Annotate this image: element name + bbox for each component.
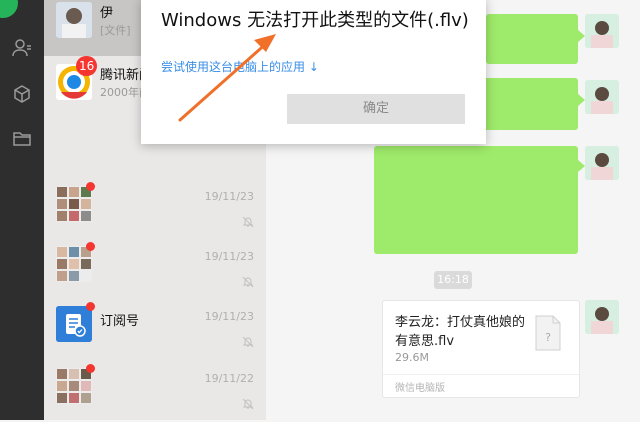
mute-icon — [242, 398, 254, 410]
left-rail — [0, 0, 44, 420]
avatar — [585, 146, 619, 180]
conversation-time: 19/11/23 — [204, 250, 254, 263]
group-avatar — [56, 186, 92, 222]
file-message-card[interactable]: 李云龙：打仗真他娘的有意思.flv 29.6M ? 微信电脑版 — [382, 300, 580, 398]
list-item[interactable]: 19/11/23 — [44, 178, 266, 240]
wechat-logo — [0, 0, 18, 18]
list-item[interactable]: 订阅号 19/11/23 — [44, 298, 266, 360]
cube-icon[interactable] — [8, 80, 36, 108]
avatar — [585, 300, 619, 334]
time-divider: 16:18 — [434, 271, 472, 289]
unread-badge: 16 — [76, 56, 98, 76]
contacts-icon[interactable] — [8, 34, 36, 62]
conversation-name: 订阅号 — [100, 314, 140, 329]
bubble-tail — [578, 160, 585, 172]
file-size: 29.6M — [395, 351, 429, 364]
list-item[interactable]: 19/11/23 — [44, 238, 266, 300]
file-card-footer: 微信电脑版 — [383, 374, 579, 397]
try-app-link[interactable]: 尝试使用这台电脑上的应用 ↓ — [161, 58, 319, 75]
unread-dot — [86, 242, 95, 251]
mute-icon — [242, 216, 254, 228]
list-item[interactable]: 19/11/22 — [44, 360, 266, 422]
unread-dot — [86, 302, 95, 311]
bubble-tail — [578, 30, 585, 42]
confirm-button[interactable]: 确定 — [287, 94, 465, 124]
file-name: 李云龙：打仗真他娘的有意思.flv — [395, 315, 526, 349]
svg-text:?: ? — [545, 331, 551, 344]
avatar — [585, 80, 619, 114]
mute-icon — [242, 336, 254, 348]
conversation-time: 19/11/22 — [204, 372, 254, 385]
folder-icon[interactable] — [8, 124, 36, 152]
avatar — [56, 2, 92, 38]
group-avatar — [56, 246, 92, 282]
open-with-dialog: Windows 无法打开此类型的文件(.flv) 尝试使用这台电脑上的应用 ↓ … — [141, 0, 486, 144]
bubble-tail — [578, 94, 585, 106]
conversation-time: 19/11/23 — [204, 310, 254, 323]
unknown-file-icon: ? — [535, 315, 561, 351]
avatar — [585, 14, 619, 48]
conversation-preview: [文件] — [100, 24, 131, 37]
file-source-label: 微信电脑版 — [395, 383, 445, 394]
group-avatar — [56, 368, 92, 404]
unread-dot — [86, 182, 95, 191]
unread-dot — [86, 364, 95, 373]
conversation-time: 19/11/23 — [204, 190, 254, 203]
conversation-name: 伊 — [100, 6, 114, 21]
dialog-title: Windows 无法打开此类型的文件(.flv) — [161, 10, 469, 31]
message-bubble[interactable] — [486, 14, 578, 64]
mute-icon — [242, 276, 254, 288]
message-bubble[interactable] — [374, 146, 578, 254]
subscription-icon — [56, 306, 92, 342]
